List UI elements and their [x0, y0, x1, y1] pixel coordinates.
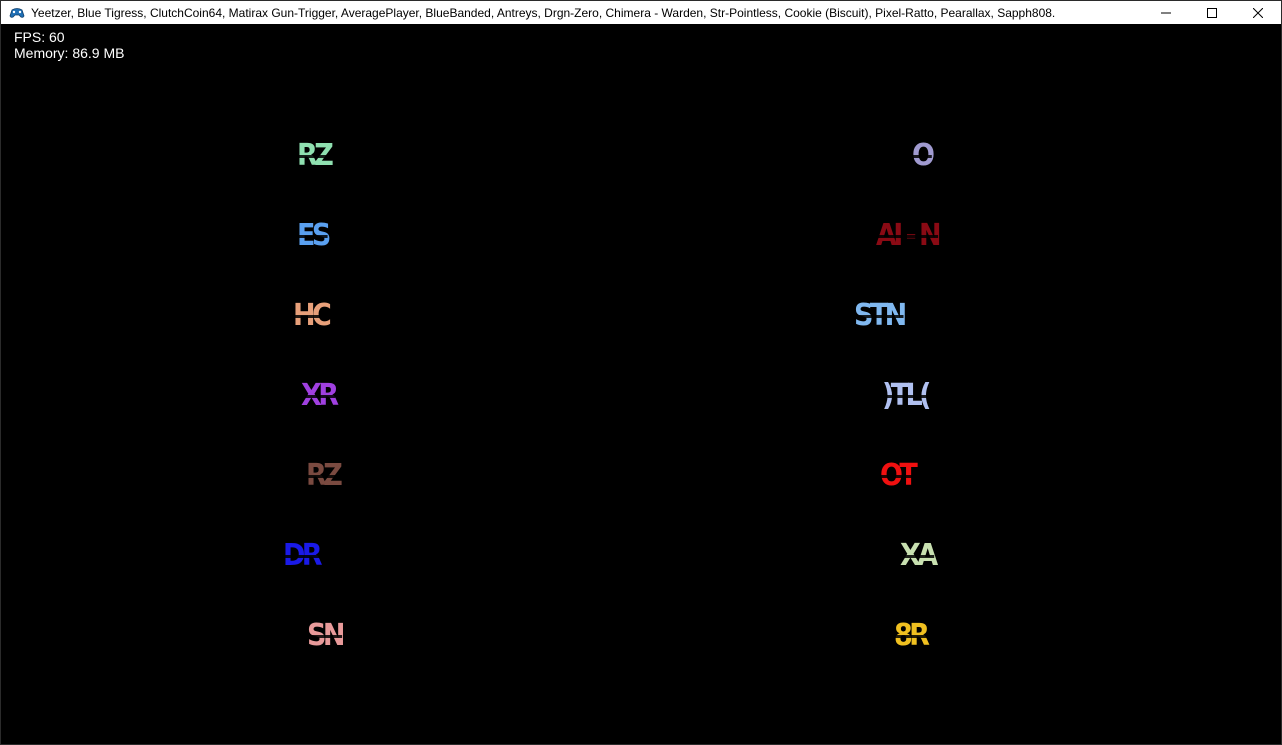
- window-controls: [1143, 1, 1281, 24]
- minimize-icon: [1161, 12, 1171, 13]
- tag-label: ES: [297, 218, 331, 253]
- player-tag-left-3[interactable]: HC: [293, 298, 332, 333]
- tag-label: )TL(: [882, 378, 932, 413]
- player-tag-right-3[interactable]: STN: [854, 298, 907, 333]
- player-tag-right-7[interactable]: 8R: [894, 618, 930, 653]
- player-tag-right-6[interactable]: XA: [900, 538, 938, 573]
- minimize-button[interactable]: [1143, 1, 1189, 24]
- tag-label: HC: [293, 298, 332, 333]
- tag-label: RZ: [306, 458, 343, 493]
- tag-label: XR: [301, 378, 339, 413]
- tag-label: STN: [854, 298, 907, 333]
- tag-label: DR: [283, 538, 323, 573]
- tag-label: SN: [307, 618, 345, 653]
- player-tag-right-1[interactable]: O: [912, 138, 935, 173]
- window-title: Yeetzer, Blue Tigress, ClutchCoin64, Mat…: [31, 5, 1056, 20]
- close-icon: [1253, 7, 1263, 18]
- player-tag-left-6[interactable]: DR: [283, 538, 323, 573]
- player-tag-left-7[interactable]: SN: [307, 618, 345, 653]
- player-tag-left-2[interactable]: ES: [297, 218, 331, 253]
- player-tag-left-4[interactable]: XR: [301, 378, 339, 413]
- player-tag-right-2[interactable]: AI - N: [876, 218, 942, 253]
- tag-label: AI - N: [876, 218, 942, 253]
- tag-label: OT: [880, 458, 918, 493]
- player-tag-left-1[interactable]: RZ: [297, 138, 334, 173]
- title-bar[interactable]: Yeetzer, Blue Tigress, ClutchCoin64, Mat…: [1, 1, 1281, 24]
- player-tag-right-5[interactable]: OT: [880, 458, 918, 493]
- maximize-icon: [1207, 7, 1217, 18]
- tag-label: 8R: [894, 618, 930, 653]
- tag-label: XA: [900, 538, 938, 573]
- tag-label: RZ: [297, 138, 334, 173]
- tag-label: O: [912, 138, 935, 173]
- game-window: Yeetzer, Blue Tigress, ClutchCoin64, Mat…: [0, 0, 1282, 745]
- player-tag-right-4[interactable]: )TL(: [882, 378, 932, 413]
- game-controller-icon: [9, 5, 25, 21]
- maximize-button[interactable]: [1189, 1, 1235, 24]
- debug-stats: FPS: 60 Memory: 86.9 MB: [14, 29, 124, 61]
- memory-counter: Memory: 86.9 MB: [14, 45, 125, 61]
- close-button[interactable]: [1235, 1, 1281, 24]
- fps-counter: FPS: 60: [14, 29, 65, 45]
- player-tag-left-5[interactable]: RZ: [306, 458, 343, 493]
- game-canvas[interactable]: FPS: 60 Memory: 86.9 MB RZ ES HC XR RZ D…: [1, 24, 1281, 744]
